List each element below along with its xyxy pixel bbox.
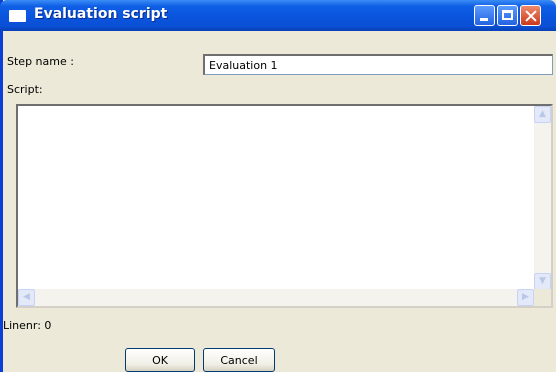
window-title: Evaluation script [34,6,168,22]
line-number-status: Linenr: 0 [3,319,52,332]
ok-button[interactable]: OK [125,348,195,372]
script-label: Script: [7,83,43,96]
cancel-button[interactable]: Cancel [203,348,275,372]
maximize-button[interactable] [497,5,518,26]
chevron-right-icon[interactable]: ▶ [517,289,534,306]
script-editor[interactable]: ▲ ▼ ◀ ▶ [16,104,553,308]
close-button[interactable] [520,5,541,26]
step-name-label: Step name : [7,55,74,68]
script-textarea[interactable] [18,106,531,290]
step-name-input[interactable] [203,54,553,75]
chevron-up-icon[interactable]: ▲ [534,106,551,123]
chevron-left-icon[interactable]: ◀ [18,289,35,306]
chevron-down-icon[interactable]: ▼ [534,273,551,290]
evaluation-script-window: Evaluation script Step name : Script: ▲ … [0,0,556,372]
scrollbar-corner [534,289,551,306]
window-icon [9,10,26,22]
title-bar[interactable]: Evaluation script [0,0,556,31]
vertical-scrollbar[interactable]: ▲ ▼ [534,106,551,290]
horizontal-scrollbar[interactable]: ◀ ▶ [18,289,534,306]
minimize-button[interactable] [474,5,495,26]
